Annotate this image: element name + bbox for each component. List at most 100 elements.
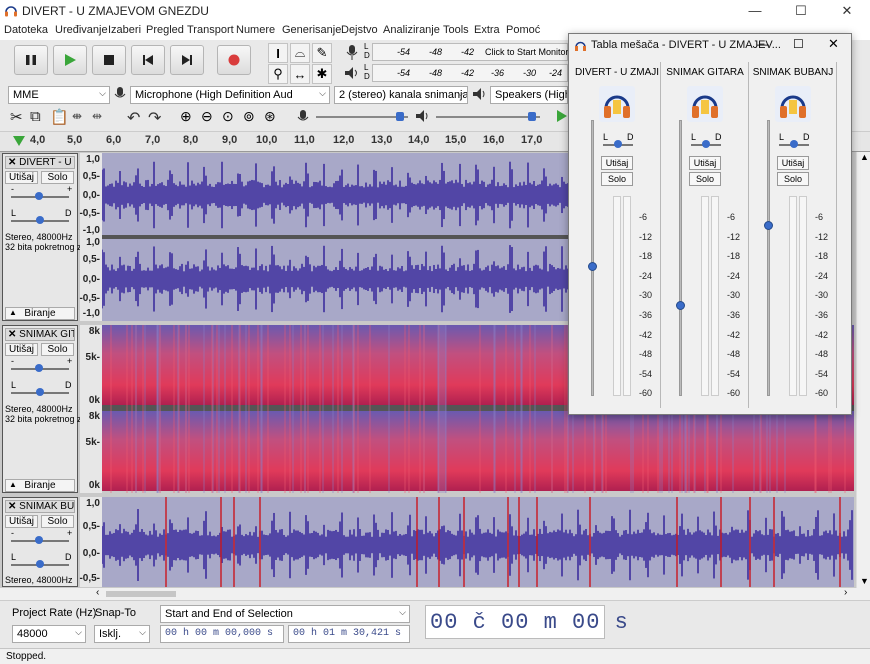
- mixer-gain-track[interactable]: [767, 120, 770, 396]
- mixer-minimize-button[interactable]: —: [757, 37, 769, 51]
- vertical-scrollbar[interactable]: ▲ ▼: [856, 152, 870, 588]
- menu-transport[interactable]: Transport: [187, 24, 234, 36]
- zoom-tool-icon[interactable]: ⚲: [268, 64, 288, 84]
- slider-thumb[interactable]: [702, 140, 710, 148]
- menu-help[interactable]: Pomoć: [506, 24, 540, 36]
- snap-to-select[interactable]: Isklj. ⌵: [94, 625, 150, 643]
- gain-slider[interactable]: [11, 536, 69, 544]
- play-button[interactable]: [53, 45, 87, 75]
- track-control-panel[interactable]: ✕ SNIMAK BUB ▾ Utišaj Solo - + L D Stere…: [2, 497, 78, 587]
- playback-device-select[interactable]: Speakers (High De: [490, 86, 568, 104]
- minimize-button[interactable]: —: [732, 0, 778, 22]
- amplitude-scale[interactable]: 1,0 0,5- 0,0- -0,5-: [79, 497, 102, 587]
- mixer-mute-button[interactable]: Utišaj: [601, 156, 633, 170]
- audio-host-select[interactable]: MME ⌵: [8, 86, 110, 104]
- envelope-tool-icon[interactable]: ⌓: [290, 43, 310, 63]
- selection-end-field[interactable]: 00 h 01 m 30,421 s: [288, 625, 410, 643]
- scroll-down-icon[interactable]: ▼: [860, 576, 869, 586]
- collapse-icon[interactable]: ▲: [9, 308, 17, 317]
- mixer-pan-slider[interactable]: [603, 140, 633, 148]
- frequency-scale[interactable]: 8k 5k- 0k 8k 5k- 0k: [80, 325, 102, 493]
- audio-position-display[interactable]: 00 č 00 m 00 s: [425, 605, 628, 639]
- record-button[interactable]: [217, 45, 251, 75]
- mixer-solo-button[interactable]: Solo: [777, 172, 809, 186]
- menu-tools[interactable]: Tools: [443, 24, 469, 36]
- slider-thumb[interactable]: [614, 140, 622, 148]
- cut-icon[interactable]: ✂: [10, 108, 23, 126]
- fit-selection-icon[interactable]: ⊙: [222, 108, 234, 125]
- scroll-up-icon[interactable]: ▲: [860, 152, 869, 162]
- fit-project-icon[interactable]: ⊚: [243, 108, 255, 125]
- timeline-pin-icon[interactable]: [12, 135, 26, 147]
- pan-slider[interactable]: [11, 388, 69, 396]
- recording-meter[interactable]: -54 -48 -42 Click to Start Monitoring: [372, 43, 581, 61]
- draw-tool-icon[interactable]: ✎: [312, 43, 332, 63]
- undo-icon[interactable]: ↶: [127, 108, 140, 128]
- selection-tool-icon[interactable]: I: [268, 43, 288, 63]
- mixer-gain-track[interactable]: [679, 120, 682, 396]
- menu-tracks[interactable]: Numere: [236, 24, 275, 36]
- skip-end-button[interactable]: [170, 45, 204, 75]
- menu-select[interactable]: Izaberi: [108, 24, 141, 36]
- stop-button[interactable]: [92, 45, 126, 75]
- zoom-in-icon[interactable]: ⊕: [180, 108, 192, 125]
- gain-slider[interactable]: [11, 364, 69, 372]
- select-track-button[interactable]: ▲ Biranje: [5, 307, 75, 320]
- mixer-board-window[interactable]: Tabla mešača - DIVERT - U ZMAJEV... — ☐ …: [568, 33, 852, 415]
- slider-thumb[interactable]: [790, 140, 798, 148]
- menu-file[interactable]: Datoteka: [4, 24, 48, 36]
- mixer-gain-fader[interactable]: [764, 221, 773, 230]
- selection-mode-select[interactable]: Start and End of Selection ⌵: [160, 605, 410, 623]
- mixer-pan-slider[interactable]: [691, 140, 721, 148]
- waveform-clip[interactable]: [102, 497, 854, 587]
- project-rate-select[interactable]: 48000 ⌵: [12, 625, 86, 643]
- zoom-toggle-icon[interactable]: ⊛: [264, 108, 276, 125]
- mute-button[interactable]: Utišaj: [5, 343, 38, 356]
- mixer-mute-button[interactable]: Utišaj: [777, 156, 809, 170]
- menu-edit[interactable]: Uređivanje: [55, 24, 108, 36]
- slider-thumb[interactable]: [35, 364, 43, 372]
- pan-slider[interactable]: [11, 216, 69, 224]
- collapse-icon[interactable]: ▲: [9, 480, 17, 489]
- track-name-menu[interactable]: ✕ DIVERT - U Z ▾: [5, 156, 75, 169]
- slider-thumb[interactable]: [528, 112, 536, 121]
- slider-thumb[interactable]: [36, 560, 44, 568]
- track-name-menu[interactable]: ✕ SNIMAK GIT ▾: [5, 328, 75, 341]
- silence-icon[interactable]: ⇹: [92, 109, 102, 123]
- skip-start-button[interactable]: [131, 45, 165, 75]
- amplitude-scale[interactable]: 1,0 0,5- 0,0- -0,5- -1,0 1,0 0,5- 0,0- -…: [79, 153, 102, 321]
- mixer-gain-fader[interactable]: [588, 262, 597, 271]
- menu-effect[interactable]: Dejstvo: [341, 24, 378, 36]
- slider-thumb[interactable]: [35, 536, 43, 544]
- zoom-out-icon[interactable]: ⊖: [201, 108, 213, 125]
- multi-tool-icon[interactable]: ✱: [312, 64, 332, 84]
- menu-analyze[interactable]: Analiziranje: [383, 24, 440, 36]
- mixer-gain-track[interactable]: [591, 120, 594, 396]
- playback-volume-slider[interactable]: [436, 112, 540, 121]
- mixer-mute-button[interactable]: Utišaj: [689, 156, 721, 170]
- slider-thumb[interactable]: [36, 216, 44, 224]
- start-monitoring-text[interactable]: Click to Start Monitoring: [485, 47, 581, 57]
- slider-thumb[interactable]: [35, 192, 43, 200]
- menu-view[interactable]: Pregled: [146, 24, 184, 36]
- recording-volume-slider[interactable]: [316, 112, 408, 121]
- mixer-solo-button[interactable]: Solo: [689, 172, 721, 186]
- track-control-panel[interactable]: ✕ SNIMAK GIT ▾ Utišaj Solo - + L D Stere…: [2, 325, 104, 493]
- track-control-panel[interactable]: ✕ DIVERT - U Z ▾ Utišaj Solo - + L D Ste…: [2, 153, 104, 321]
- scroll-thumb[interactable]: [106, 591, 176, 597]
- mute-button[interactable]: Utišaj: [5, 515, 38, 528]
- pause-button[interactable]: [14, 45, 48, 75]
- mixer-close-button[interactable]: ✕: [828, 36, 839, 52]
- mixer-solo-button[interactable]: Solo: [601, 172, 633, 186]
- play-at-speed-icon[interactable]: [556, 108, 568, 124]
- slider-thumb[interactable]: [396, 112, 404, 121]
- trim-icon[interactable]: ⇼: [72, 109, 82, 123]
- maximize-button[interactable]: ☐: [778, 0, 824, 22]
- recording-device-select[interactable]: Microphone (High Definition Aud ⌵: [130, 86, 330, 104]
- solo-button[interactable]: Solo: [41, 171, 74, 184]
- timeshift-tool-icon[interactable]: ↔: [290, 64, 310, 84]
- channels-select[interactable]: 2 (stereo) kanala snimanja ⌵: [334, 86, 468, 104]
- selection-start-field[interactable]: 00 h 00 m 00,000 s: [160, 625, 284, 643]
- mute-button[interactable]: Utišaj: [5, 171, 38, 184]
- playback-meter[interactable]: -54 -48 -42 -36 -30 -24: [372, 64, 568, 82]
